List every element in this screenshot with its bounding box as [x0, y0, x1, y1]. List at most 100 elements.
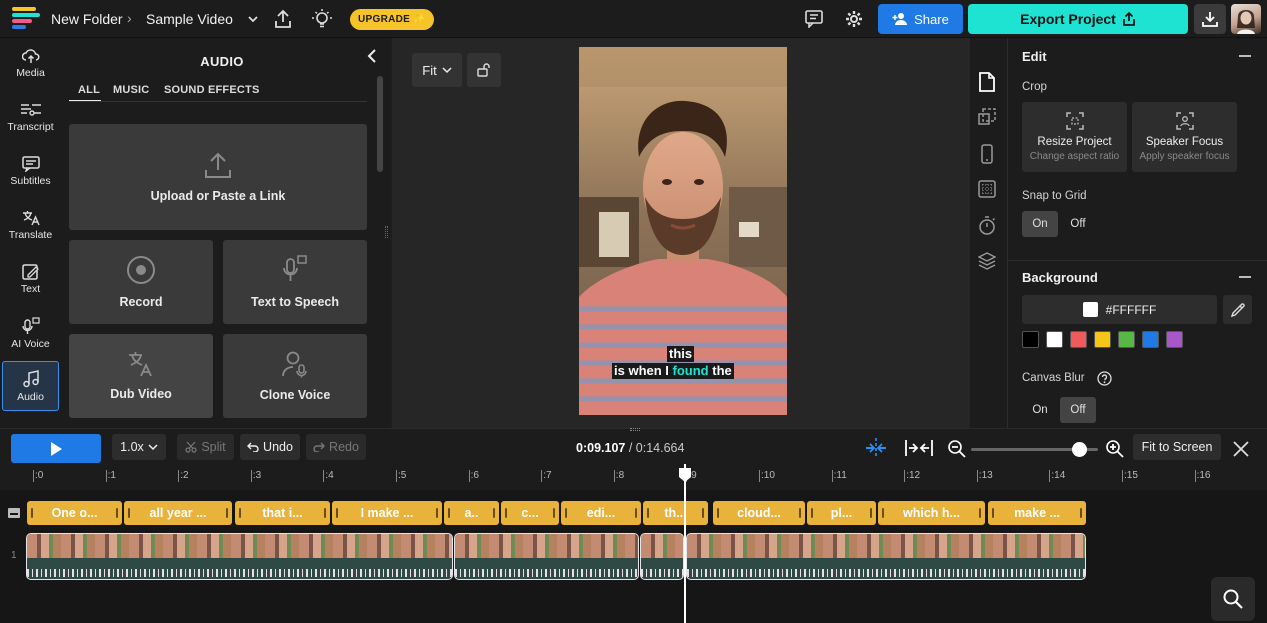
collapse-minus-icon[interactable] [1239, 55, 1251, 57]
caption-line-2[interactable]: is when I found the [612, 363, 734, 379]
playhead[interactable] [684, 464, 686, 623]
eyedropper-button[interactable] [1223, 295, 1252, 324]
fit-timeline-icon[interactable] [905, 439, 933, 457]
caption-clip[interactable]: all year ... [124, 501, 232, 525]
ruler-tick-mark [250, 470, 252, 482]
fit-to-screen-button[interactable]: Fit to Screen [1133, 434, 1221, 460]
swatch-white[interactable] [1046, 331, 1063, 348]
comments-icon[interactable] [805, 10, 823, 28]
project-title[interactable]: Sample Video [146, 11, 233, 27]
swatch-blue[interactable] [1142, 331, 1159, 348]
nav-item-subtitles[interactable]: Subtitles [2, 146, 59, 196]
video-clip[interactable] [686, 533, 1086, 580]
gear-icon[interactable] [845, 10, 863, 28]
close-icon[interactable] [1233, 441, 1249, 457]
speaker-focus-card[interactable]: Speaker Focus Apply speaker focus [1132, 102, 1237, 172]
help-icon[interactable] [1097, 371, 1112, 386]
dub-video-card[interactable]: Dub Video [69, 334, 213, 418]
zoom-in-icon[interactable] [1106, 440, 1124, 458]
zoom-out-icon[interactable] [948, 440, 966, 458]
ruler-tick-mark [396, 470, 397, 482]
breadcrumb-folder[interactable]: New Folder [51, 11, 123, 27]
caption-clip[interactable]: One o... [27, 501, 122, 525]
snap-off-toggle[interactable]: Off [1060, 211, 1096, 237]
swatch-red[interactable] [1070, 331, 1087, 348]
caption-clip[interactable]: edi... [561, 501, 641, 525]
caption-clip[interactable]: cloud... [713, 501, 805, 525]
collapse-minus-icon[interactable] [1239, 276, 1251, 278]
undo-button[interactable]: Undo [240, 434, 300, 460]
video-clip[interactable] [454, 533, 639, 580]
caption-clip[interactable]: I make ... [332, 501, 442, 525]
play-button[interactable] [11, 434, 101, 463]
clone-voice-card[interactable]: Clone Voice [223, 334, 367, 418]
lightbulb-icon[interactable] [312, 9, 332, 29]
collapse-panel-chevron-icon[interactable] [366, 49, 378, 63]
record-card[interactable]: Record [69, 240, 213, 324]
caption-clip[interactable]: make ... [988, 501, 1086, 525]
nav-item-audio[interactable]: Audio [2, 361, 59, 411]
nav-item-translate[interactable]: Translate [2, 200, 59, 250]
mobile-phone-icon[interactable] [978, 144, 998, 164]
video-clip[interactable] [640, 533, 684, 580]
grid-icon[interactable] [978, 180, 998, 200]
timeline-ruler[interactable]: :0:1:2:3:4:5:6:7:8:9:10:11:12:13:14:15:1… [0, 468, 1267, 490]
swatch-black[interactable] [1022, 331, 1039, 348]
tab-all[interactable]: ALL [78, 84, 100, 96]
caption-clip[interactable]: that i... [235, 501, 330, 525]
caption-clip[interactable]: a.. [444, 501, 499, 525]
app-logo-icon[interactable] [12, 7, 40, 31]
tab-sound-effects[interactable]: SOUND EFFECTS [164, 84, 260, 96]
duplicate-icon[interactable] [978, 108, 998, 128]
chevron-down-icon [148, 444, 158, 451]
undo-label: Undo [263, 440, 293, 454]
snap-on-toggle[interactable]: On [1022, 211, 1058, 237]
text-to-speech-card[interactable]: Text to Speech [223, 240, 367, 324]
playhead-handle[interactable] [678, 467, 692, 483]
resize-project-card[interactable]: Resize Project Change aspect ratio [1022, 102, 1127, 172]
document-icon[interactable] [978, 72, 998, 92]
undo-icon [247, 442, 259, 452]
panel-scrollbar[interactable] [377, 76, 383, 172]
blur-off-toggle[interactable]: Off [1060, 397, 1096, 423]
aspect-lock-button[interactable] [467, 53, 501, 87]
avatar[interactable] [1231, 4, 1261, 34]
redo-button[interactable]: Redo [306, 434, 366, 460]
share-button[interactable]: Share [878, 4, 963, 34]
split-button[interactable]: Split [177, 434, 234, 460]
snap-magnet-icon[interactable] [864, 438, 888, 458]
tab-music[interactable]: MUSIC [113, 84, 149, 96]
swatch-green[interactable] [1118, 331, 1135, 348]
video-clip[interactable] [26, 533, 453, 580]
fit-dropdown[interactable]: Fit [412, 53, 462, 87]
swatch-yellow[interactable] [1094, 331, 1111, 348]
swatch-purple[interactable] [1166, 331, 1183, 348]
nav-item-ai-voice[interactable]: AI Voice [2, 308, 59, 358]
caption-clip[interactable]: which h... [878, 501, 985, 525]
nav-item-text[interactable]: Text [2, 254, 59, 304]
download-button[interactable] [1194, 4, 1226, 34]
upgrade-button[interactable]: UPGRADE ✨ [350, 9, 434, 30]
layers-icon[interactable] [978, 252, 998, 272]
blur-on-toggle[interactable]: On [1022, 397, 1058, 423]
speed-dropdown[interactable]: 1.0x [112, 434, 166, 460]
panel-resize-handle[interactable] [385, 226, 388, 238]
nav-label: AI Voice [11, 337, 50, 350]
video-preview[interactable]: this is when I found the [579, 47, 787, 415]
chevron-down-icon[interactable] [246, 12, 260, 26]
upload-share-icon[interactable] [274, 9, 292, 29]
time-total: / 0:14.664 [628, 441, 685, 455]
caption-clip[interactable]: th... [643, 501, 708, 525]
upload-paste-link-card[interactable]: Upload or Paste a Link [69, 124, 367, 230]
caption-clip[interactable]: pl... [807, 501, 876, 525]
nav-item-media[interactable]: Media [2, 38, 59, 88]
bg-color-field[interactable]: #FFFFFF [1022, 295, 1217, 324]
caption-line-1[interactable]: this [667, 346, 695, 362]
nav-item-transcript[interactable]: Transcript [2, 92, 59, 142]
export-project-button[interactable]: Export Project [968, 4, 1188, 34]
caption-clip[interactable]: c... [501, 501, 559, 525]
search-button[interactable] [1211, 577, 1255, 621]
drag-handle[interactable] [630, 428, 640, 431]
zoom-slider-thumb[interactable] [1071, 442, 1087, 457]
timer-icon[interactable] [978, 216, 998, 236]
